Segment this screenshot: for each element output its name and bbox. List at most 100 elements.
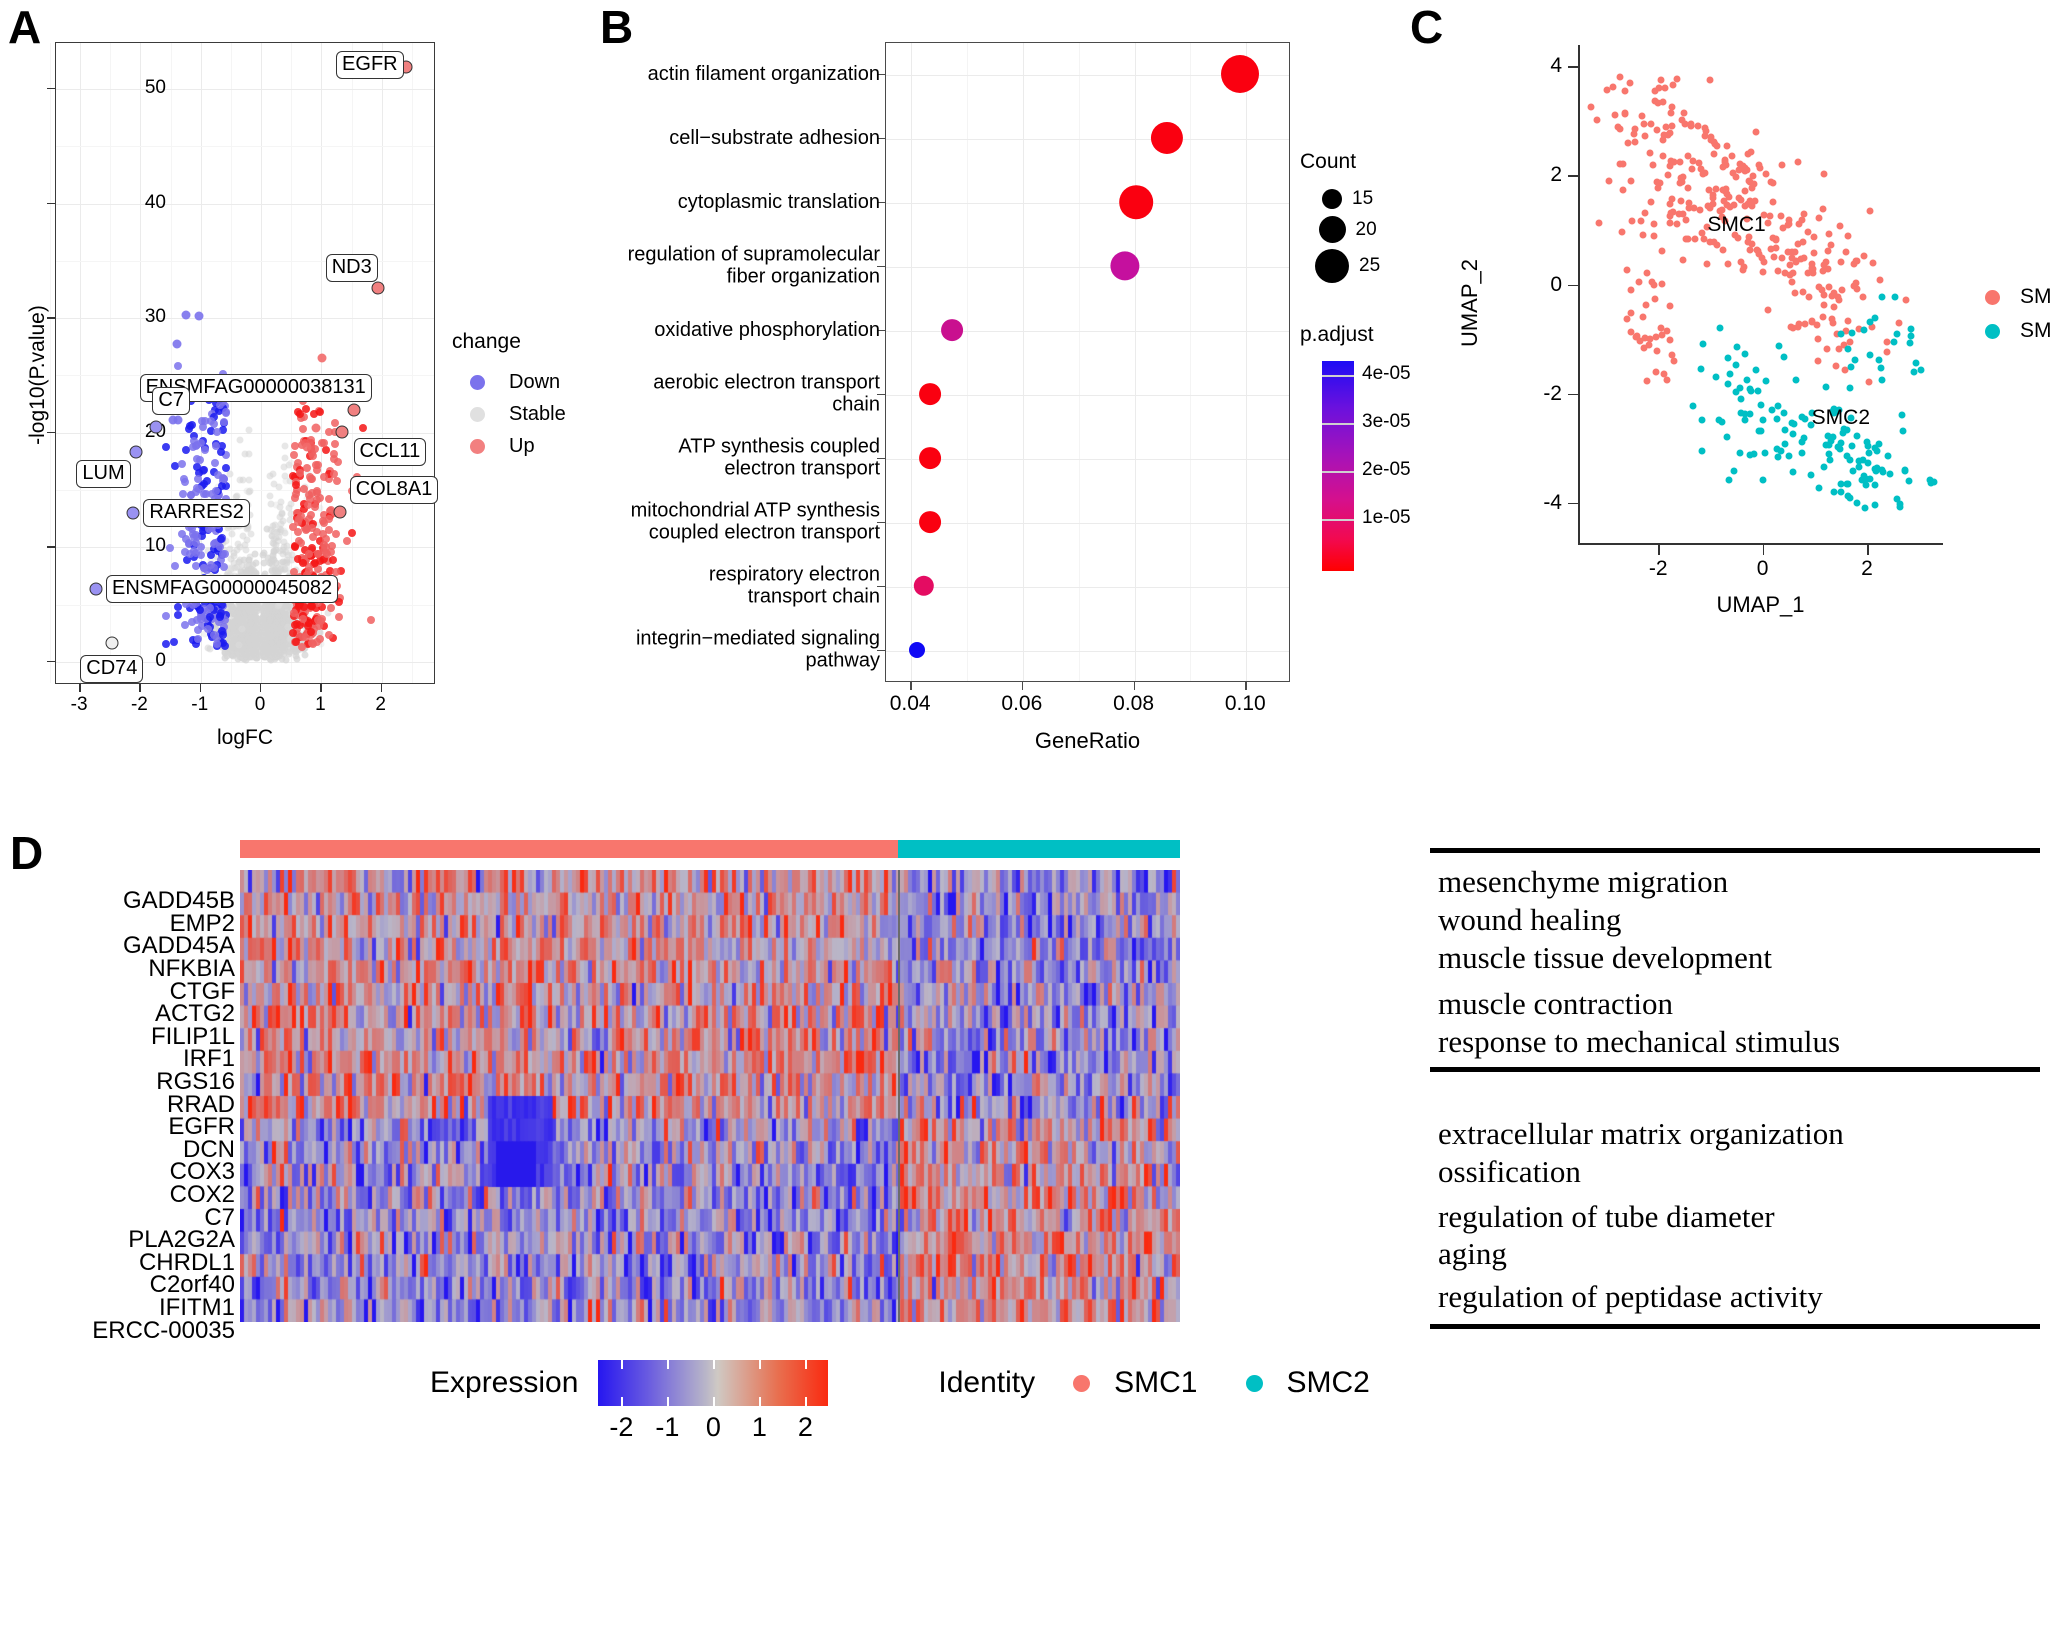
panel-d-go-block-top: mesenchyme migration wound healing muscl… <box>1430 848 2040 1073</box>
panel-c-cell-point <box>1767 178 1775 186</box>
panel-c-cell-point <box>1890 338 1898 346</box>
go-term: response to mechanical stimulus <box>1438 1024 1841 1060</box>
panel-c-legend-item-smc2: SMC2 <box>1985 314 2050 348</box>
panel-b-term-label: actin filament organization <box>647 62 880 85</box>
panel-c-cell-point <box>1710 238 1718 246</box>
panel-c-cell-point <box>1784 248 1792 256</box>
panel-c-cell-point <box>1677 197 1685 205</box>
panel-c-cell-point <box>1844 317 1852 325</box>
panel-c-cell-point <box>1902 296 1910 304</box>
legend-swatch-smc1-icon <box>1985 289 2000 305</box>
panel-c-cell-point <box>1746 246 1754 254</box>
panel-c-cell-point <box>1616 160 1624 168</box>
panel-c-cell-point <box>1822 441 1830 449</box>
panel-c-cell-point <box>1669 81 1677 89</box>
panel-c-cell-point <box>1778 161 1786 169</box>
panel-c-cell-point <box>1666 302 1674 310</box>
panel-c-cell-point <box>1631 138 1639 146</box>
panel-c-cell-point <box>1660 370 1668 378</box>
panel-c-cell-point <box>1707 136 1715 144</box>
panel-c-cell-point <box>1657 76 1665 84</box>
panel-c-cell-point <box>1906 339 1914 347</box>
panel-c-cell-point <box>1660 131 1668 139</box>
panel-c-cell-point <box>1701 124 1709 132</box>
panel-c-cell-point <box>1724 260 1732 268</box>
go-term: muscle tissue development <box>1438 939 1773 975</box>
go-term: aging <box>1438 1236 1507 1272</box>
panel-c-cell-point <box>1624 139 1632 147</box>
panel-c-cell-point <box>1718 418 1726 426</box>
panel-d-identity-item-smc1: SMC1 <box>1073 1366 1198 1400</box>
panel-c-cell-point <box>1618 228 1626 236</box>
panel-c-cell-point <box>1850 282 1858 290</box>
panel-c-cell-point <box>1878 293 1886 301</box>
go-term: regulation of tube diameter <box>1438 1198 1775 1234</box>
panel-a-legend-title: change <box>452 330 521 353</box>
panel-c-cell-point <box>1792 376 1800 384</box>
panel-c-cell-point <box>1652 333 1660 341</box>
panel-c-cell-point <box>1895 319 1903 327</box>
panel-c-cell-point <box>1756 164 1764 172</box>
panel-c-cell-point <box>1726 370 1734 378</box>
panel-c-cell-point <box>1778 254 1786 262</box>
panel-c-cell-point <box>1701 169 1709 177</box>
panel-c-cell-point <box>1631 125 1639 133</box>
panel-b-x-tick-label: 0.06 <box>1001 692 1043 715</box>
panel-c-cell-point <box>1837 330 1845 338</box>
panel-b-count-legend-label: 15 <box>1352 188 1374 209</box>
panel-a-legend-label-down: Down <box>509 370 561 393</box>
panel-c-cell-point <box>1769 198 1777 206</box>
panel-c-cell-point <box>1901 467 1909 475</box>
panel-c-cell-point <box>1815 484 1823 492</box>
panel-b-data-point <box>918 447 941 469</box>
panel-c-cell-point <box>1723 433 1731 441</box>
panel-d-gene-label: NFKBIA <box>148 955 235 983</box>
panel-c-cell-point <box>1774 267 1782 275</box>
panel-c-cell-point <box>1648 278 1656 286</box>
panel-c-x-axis-line <box>1578 543 1943 545</box>
panel-c-cell-point <box>1647 120 1655 128</box>
panel-c-cell-point <box>1876 276 1884 284</box>
panel-c-y-tick-label: 2 <box>1550 163 1562 187</box>
panel-c-cell-point <box>1666 129 1674 137</box>
panel-c-cell-point <box>1837 480 1845 488</box>
panel-c-cell-point <box>1703 260 1711 268</box>
panel-c-cell-point <box>1706 76 1714 84</box>
panel-c-cell-point <box>1723 201 1731 209</box>
panel-b-data-point <box>918 511 941 533</box>
panel-c-cell-point <box>1848 329 1856 337</box>
panel-c-cell-point <box>1639 313 1647 321</box>
panel-c-cell-point <box>1858 476 1866 484</box>
panel-c-cell-point <box>1781 426 1789 434</box>
panel-c-cell-point <box>1907 325 1915 333</box>
panel-d-expression-tick-label: -2 <box>609 1412 634 1442</box>
panel-d-heatmap: D GADD45B EMP2 GADD45A NFKBIA CTGF ACTG2 FILIP… <box>0 800 2050 1638</box>
panel-b-term-label: integrin−mediated signaling pathway <box>635 627 880 672</box>
panel-d-identity-legend-title: Identity <box>938 1366 1036 1399</box>
panel-c-cell-point <box>1855 463 1863 471</box>
panel-c-cell-point <box>1643 377 1651 385</box>
panel-b-count-legend-label: 25 <box>1359 255 1381 276</box>
panel-c-y-axis-title: UMAP_2 <box>1457 258 1482 348</box>
panel-c-cell-point <box>1849 467 1857 475</box>
panel-c-cell-point <box>1658 247 1666 255</box>
panel-c-cell-point <box>1835 296 1843 304</box>
panel-c-cell-point <box>1611 111 1619 119</box>
panel-a-x-tick-label: 2 <box>375 694 386 715</box>
panel-c-cell-point <box>1649 161 1657 169</box>
panel-c-cell-point <box>1746 410 1754 418</box>
panel-a-gene-label: ENSMFAG00000045082 <box>106 574 339 603</box>
legend-swatch-down-icon <box>470 374 485 390</box>
panel-b-x-axis-title: GeneRatio <box>1034 728 1141 753</box>
go-block-bottom-terms: extracellular matrix organization ossifi… <box>1430 1105 2040 1324</box>
panel-c-cell-point <box>1772 235 1780 243</box>
panel-d-cluster-divider <box>898 870 900 1322</box>
panel-c-cell-point <box>1842 248 1850 256</box>
go-term: wound healing <box>1438 901 1622 937</box>
panel-c-cell-point <box>1736 449 1744 457</box>
panel-c-cell-point <box>1666 162 1674 170</box>
panel-c-cell-point <box>1762 377 1770 385</box>
panel-c-cell-point <box>1666 200 1674 208</box>
panel-a-y-axis-title: -log10(P.value) <box>26 305 49 445</box>
panel-c-cell-point <box>1871 444 1879 452</box>
